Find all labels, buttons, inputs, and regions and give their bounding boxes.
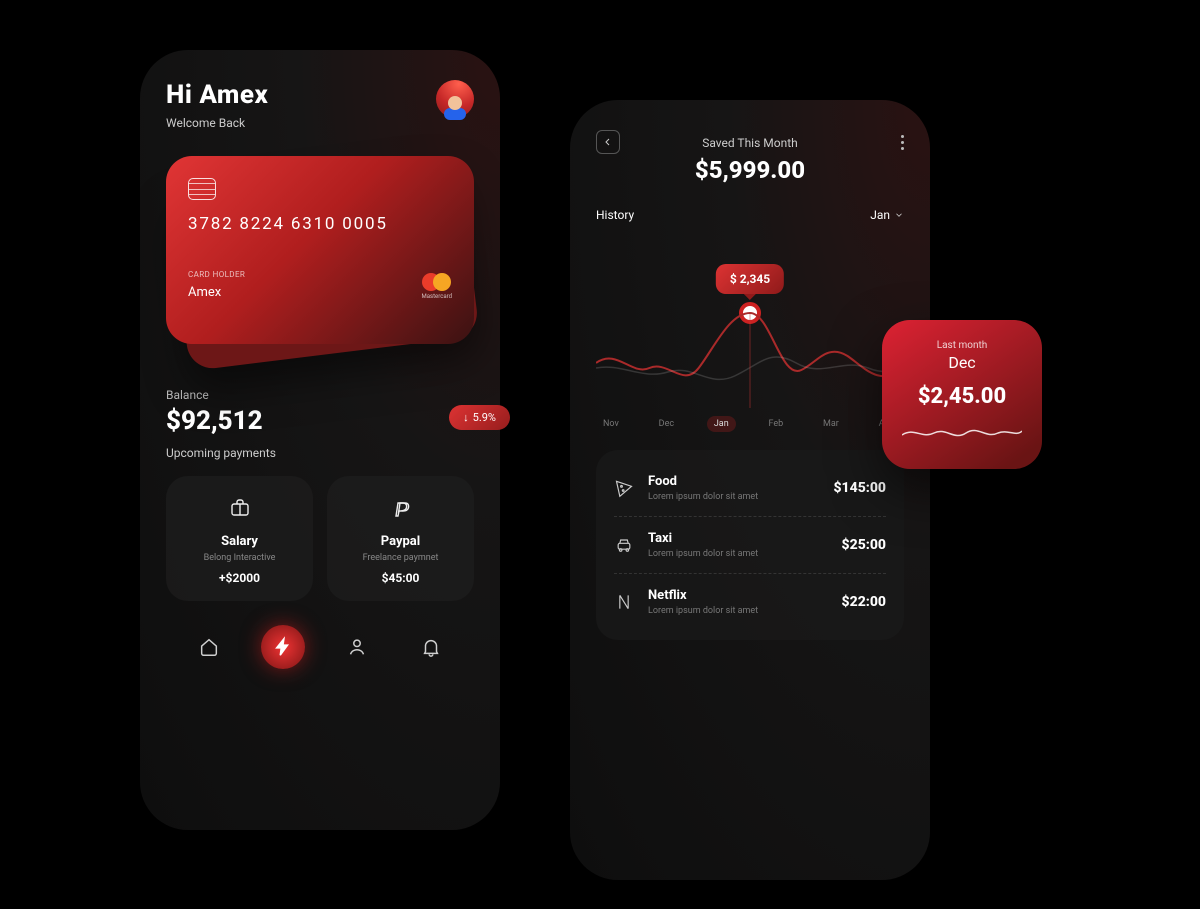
bottom-nav (166, 625, 474, 669)
transaction-row[interactable]: Netflix Lorem ipsum dolor sit amet $22:0… (614, 574, 886, 630)
paypal-icon (389, 496, 413, 520)
tile-sub: Belong Interactive (174, 553, 305, 563)
arrow-left-icon (602, 136, 614, 148)
balance-label: Balance (166, 388, 263, 402)
nav-profile[interactable] (335, 625, 379, 669)
month-axis: Nov Dec Jan Feb Mar April (596, 416, 904, 432)
month-tick[interactable]: Nov (596, 416, 626, 432)
netflix-icon (614, 592, 634, 612)
avatar[interactable] (436, 80, 474, 118)
arrow-down-icon: ↓ (463, 411, 469, 424)
tile-amount: +$2000 (174, 571, 305, 585)
month-tick[interactable]: Mar (816, 416, 846, 432)
chip-icon (188, 178, 216, 200)
saved-label: Saved This Month (596, 136, 904, 150)
tx-title: Netflix (648, 588, 842, 603)
welcome-text: Welcome Back (166, 116, 268, 130)
bell-icon (420, 636, 442, 658)
tx-amount: $22:00 (842, 594, 886, 610)
tile-title: Paypal (335, 534, 466, 549)
tile-sub: Freelance paymnet (335, 553, 466, 563)
nav-notifications[interactable] (409, 625, 453, 669)
briefcase-icon (228, 496, 252, 520)
transaction-row[interactable]: Food Lorem ipsum dolor sit amet $145:00 (614, 460, 886, 517)
saved-amount: $5,999.00 (596, 156, 904, 184)
history-label: History (596, 208, 634, 222)
back-button[interactable] (596, 130, 620, 154)
tx-amount: $145:00 (833, 480, 886, 496)
pizza-icon (614, 478, 634, 498)
tx-sub: Lorem ipsum dolor sit amet (648, 492, 833, 502)
last-month-amount: $2,45.00 (902, 384, 1022, 409)
nav-activity[interactable] (261, 625, 305, 669)
last-month-month: Dec (902, 353, 1022, 372)
taxi-icon (614, 535, 634, 555)
transaction-row[interactable]: Taxi Lorem ipsum dolor sit amet $25:00 (614, 517, 886, 574)
person-icon (346, 636, 368, 658)
tx-amount: $25:00 (842, 537, 886, 553)
tile-title: Salary (174, 534, 305, 549)
upcoming-label: Upcoming payments (166, 446, 474, 460)
credit-card-stack[interactable]: 3782 8224 6310 0005 CARD HOLDER Amex Mas… (166, 156, 474, 366)
history-chart[interactable] (596, 308, 904, 408)
home-icon (198, 636, 220, 658)
chevron-down-icon (894, 210, 904, 220)
month-tick[interactable]: Feb (761, 416, 790, 432)
mastercard-icon: Mastercard (422, 273, 453, 300)
last-month-card[interactable]: Last month Dec $2,45.00 (882, 320, 1042, 469)
history-screen: Saved This Month $5,999.00 History Jan $… (570, 100, 930, 880)
change-badge: ↓ 5.9% (449, 405, 510, 430)
payment-tile-paypal[interactable]: Paypal Freelance paymnet $45:00 (327, 476, 474, 601)
sparkline (902, 421, 1022, 447)
card-number: 3782 8224 6310 0005 (188, 214, 452, 234)
month-selector[interactable]: Jan (870, 208, 904, 222)
bolt-icon (272, 636, 294, 658)
tx-title: Taxi (648, 531, 842, 546)
month-tick-active[interactable]: Jan (707, 416, 736, 432)
balance-amount: $92,512 (166, 406, 263, 436)
more-button[interactable] (901, 135, 904, 150)
tx-sub: Lorem ipsum dolor sit amet (648, 606, 842, 616)
tx-sub: Lorem ipsum dolor sit amet (648, 549, 842, 559)
last-month-label: Last month (902, 340, 1022, 351)
month-tick[interactable]: Dec (652, 416, 681, 432)
nav-home[interactable] (187, 625, 231, 669)
tile-amount: $45:00 (335, 571, 466, 585)
chart-tooltip: $ 2,345 (716, 264, 784, 294)
payment-tile-salary[interactable]: Salary Belong Interactive +$2000 (166, 476, 313, 601)
credit-card[interactable]: 3782 8224 6310 0005 CARD HOLDER Amex Mas… (166, 156, 474, 344)
tx-title: Food (648, 474, 833, 489)
card-holder-label: CARD HOLDER (188, 270, 245, 279)
home-screen: Hi Amex Welcome Back 3782 8224 6310 0005… (140, 50, 500, 830)
transactions-card: Food Lorem ipsum dolor sit amet $145:00 … (596, 450, 904, 640)
card-holder: Amex (188, 285, 245, 300)
greeting: Hi Amex (166, 80, 268, 110)
